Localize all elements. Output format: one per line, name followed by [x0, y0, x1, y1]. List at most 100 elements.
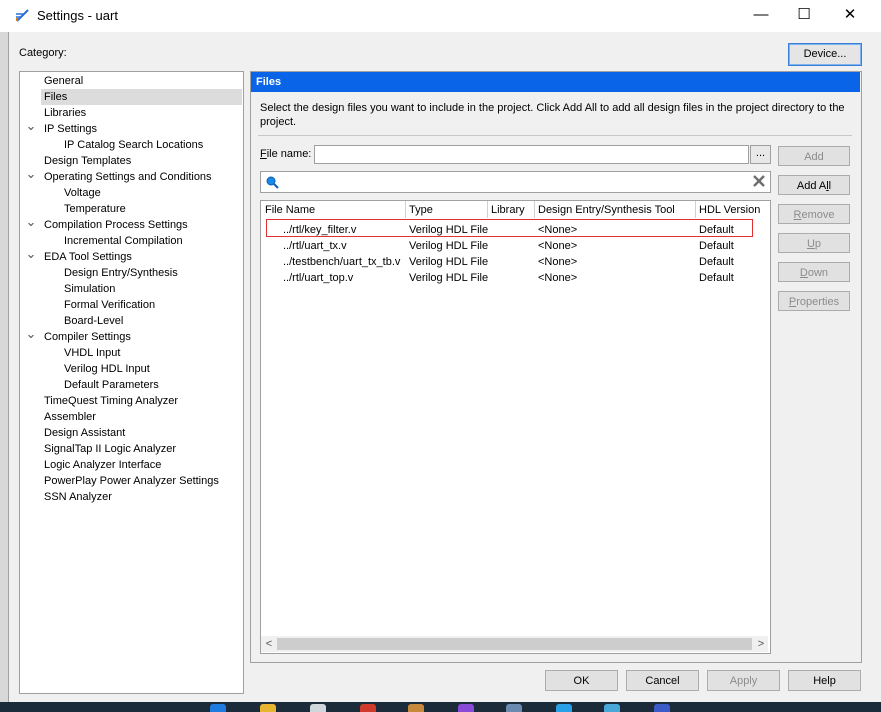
- chevron-down-icon[interactable]: ⌄: [25, 326, 37, 342]
- browse-button[interactable]: ...: [750, 145, 771, 164]
- tree-item-ip-catalog-search-locations[interactable]: IP Catalog Search Locations: [61, 137, 203, 153]
- taskbar-app-icon[interactable]: [506, 704, 522, 712]
- tree-item-label: Design Templates: [44, 155, 132, 167]
- tree-item-label: Files: [44, 91, 68, 103]
- tree-item-simulation[interactable]: Simulation: [61, 281, 115, 297]
- down-button[interactable]: Down: [778, 262, 850, 282]
- scroll-left-icon[interactable]: <: [262, 637, 276, 651]
- tree-item-general[interactable]: General: [41, 73, 83, 89]
- tree-item-compiler-settings[interactable]: Compiler Settings ⌄: [26, 326, 131, 345]
- column-separator[interactable]: [534, 201, 535, 218]
- column-separator[interactable]: [405, 201, 406, 218]
- tree-item-signaltap-ii-logic-analyzer[interactable]: SignalTap II Logic Analyzer: [41, 441, 176, 457]
- tree-item-design-assistant[interactable]: Design Assistant: [41, 425, 125, 441]
- tree-item-label: Assembler: [44, 411, 96, 423]
- tree-item-temperature[interactable]: Temperature: [61, 201, 126, 217]
- tree-item-label: VHDL Input: [64, 347, 121, 359]
- chevron-down-icon[interactable]: ⌄: [25, 246, 37, 262]
- taskbar-app-icon[interactable]: [210, 704, 226, 712]
- column-separator[interactable]: [695, 201, 696, 218]
- column-separator[interactable]: [487, 201, 488, 218]
- tree-item-label: Formal Verification: [64, 299, 156, 311]
- tree-item-compilation-process-settings[interactable]: Compilation Process Settings ⌄: [26, 214, 188, 233]
- tree-item-libraries[interactable]: Libraries: [41, 105, 86, 121]
- tree-item-design-templates[interactable]: Design Templates: [41, 153, 131, 169]
- column-header[interactable]: Type: [409, 202, 487, 218]
- down-mnemonic: D: [799, 267, 808, 279]
- column-header[interactable]: File Name: [265, 202, 403, 218]
- table-cell: Default: [699, 256, 734, 268]
- tree-item-ip-settings[interactable]: IP Settings ⌄: [26, 118, 97, 137]
- column-header[interactable]: Library: [491, 202, 535, 218]
- window-title: Settings - uart: [37, 8, 118, 23]
- tree-item-voltage[interactable]: Voltage: [61, 185, 101, 201]
- table-cell: <None>: [538, 256, 578, 268]
- taskbar-app-icon[interactable]: [360, 704, 376, 712]
- tree-item-eda-tool-settings[interactable]: EDA Tool Settings ⌄: [26, 246, 132, 265]
- table-cell: ../testbench/uart_tx_tb.v: [283, 256, 401, 268]
- taskbar-app-icon[interactable]: [654, 704, 670, 712]
- tree-item-label: Libraries: [44, 107, 87, 119]
- tree-item-formal-verification[interactable]: Formal Verification: [61, 297, 155, 313]
- tree-item-design-entry-synthesis[interactable]: Design Entry/Synthesis: [61, 265, 178, 281]
- settings-app-icon: [16, 9, 29, 22]
- remove-button[interactable]: Remove: [778, 204, 850, 224]
- scrollbar-thumb[interactable]: [277, 638, 752, 650]
- tree-item-logic-analyzer-interface[interactable]: Logic Analyzer Interface: [41, 457, 161, 473]
- tree-item-label: IP Catalog Search Locations: [64, 139, 204, 151]
- column-header[interactable]: Design Entry/Synthesis Tool: [538, 202, 696, 218]
- tree-item-assembler[interactable]: Assembler: [41, 409, 96, 425]
- down-text: own: [807, 267, 829, 279]
- maximize-button[interactable]: ☐: [781, 0, 827, 32]
- cancel-button[interactable]: Cancel: [626, 670, 699, 691]
- tree-item-files[interactable]: Files: [41, 89, 242, 105]
- device-button[interactable]: Device...: [788, 43, 862, 66]
- taskbar-folder-icon[interactable]: [260, 704, 276, 712]
- table-cell: ../rtl/uart_top.v: [283, 272, 354, 284]
- scroll-right-icon[interactable]: >: [754, 637, 768, 651]
- table-cell: Verilog HDL File: [409, 256, 489, 268]
- properties-button[interactable]: Properties: [778, 291, 850, 311]
- chevron-down-icon[interactable]: ⌄: [25, 214, 37, 230]
- clear-search-icon[interactable]: [751, 173, 767, 189]
- column-header[interactable]: HDL Version: [699, 202, 765, 218]
- tree-item-vhdl-input[interactable]: VHDL Input: [61, 345, 120, 361]
- help-button[interactable]: Help: [788, 670, 861, 691]
- tree-item-label: TimeQuest Timing Analyzer: [44, 395, 179, 407]
- tree-item-default-parameters[interactable]: Default Parameters: [61, 377, 159, 393]
- ok-button[interactable]: OK: [545, 670, 618, 691]
- search-input[interactable]: [260, 171, 771, 193]
- table-cell: Default: [699, 240, 734, 252]
- file-name-label-text: ile name:: [266, 148, 312, 160]
- chevron-down-icon[interactable]: ⌄: [25, 118, 37, 134]
- tree-item-powerplay-power-analyzer-settings[interactable]: PowerPlay Power Analyzer Settings: [41, 473, 219, 489]
- tree-item-incremental-compilation[interactable]: Incremental Compilation: [61, 233, 183, 249]
- file-name-input[interactable]: [314, 145, 749, 164]
- taskbar-app-icon[interactable]: [458, 704, 474, 712]
- tree-item-board-level[interactable]: Board-Level: [61, 313, 123, 329]
- chevron-down-icon[interactable]: ⌄: [25, 166, 37, 182]
- taskbar-app-icon[interactable]: [310, 704, 326, 712]
- minimize-button[interactable]: —: [738, 0, 784, 32]
- add-all-button[interactable]: Add All: [778, 175, 850, 195]
- tree-item-label: Compiler Settings: [44, 331, 131, 343]
- tree-item-operating-settings-and-conditions[interactable]: Operating Settings and Conditions ⌄: [26, 166, 212, 185]
- tree-item-label: Simulation: [64, 283, 116, 295]
- taskbar-app-icon[interactable]: [556, 704, 572, 712]
- up-text: p: [814, 238, 822, 250]
- tree-item-timequest-timing-analyzer[interactable]: TimeQuest Timing Analyzer: [41, 393, 178, 409]
- taskbar-app-icon[interactable]: [604, 704, 620, 712]
- apply-button[interactable]: Apply: [707, 670, 780, 691]
- add-button[interactable]: Add: [778, 146, 850, 166]
- up-mnemonic: U: [806, 238, 815, 250]
- close-button[interactable]: ✕: [827, 0, 873, 32]
- tree-item-ssn-analyzer[interactable]: SSN Analyzer: [41, 489, 112, 505]
- up-button[interactable]: Up: [778, 233, 850, 253]
- tree-item-verilog-hdl-input[interactable]: Verilog HDL Input: [61, 361, 150, 377]
- taskbar-app-icon[interactable]: [408, 704, 424, 712]
- tree-item-label: PowerPlay Power Analyzer Settings: [44, 475, 219, 487]
- tree-item-label: SignalTap II Logic Analyzer: [44, 443, 177, 455]
- table-cell: Verilog HDL File: [409, 240, 489, 252]
- taskbar: [0, 702, 881, 712]
- tree-item-label: Operating Settings and Conditions: [44, 171, 212, 183]
